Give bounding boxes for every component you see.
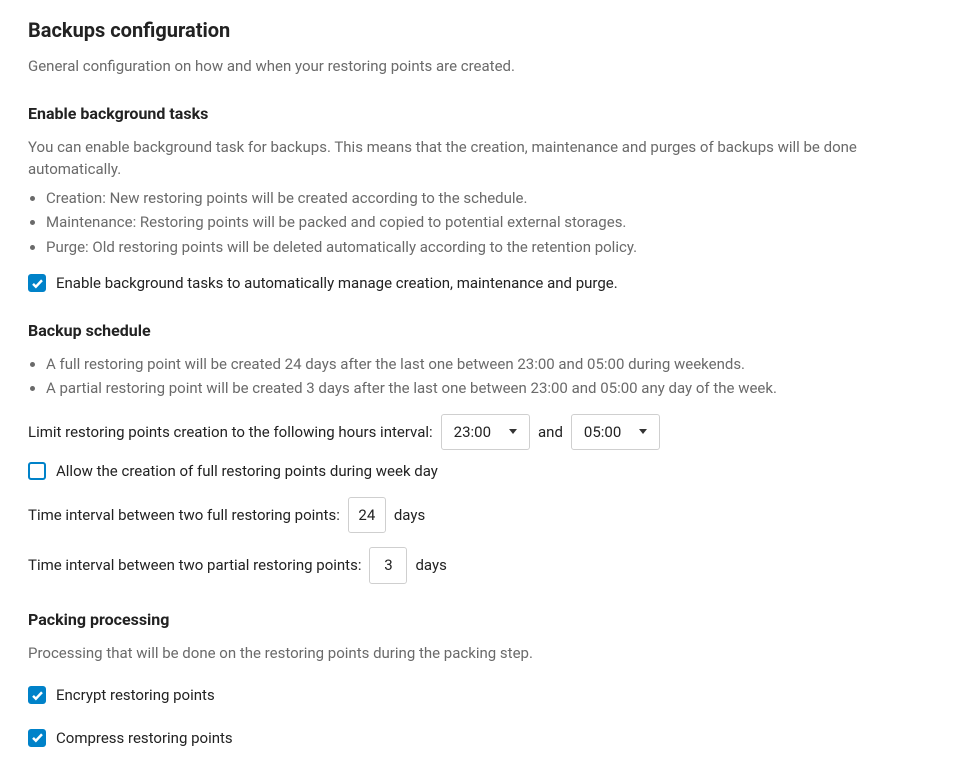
section-heading-schedule: Backup schedule	[28, 319, 930, 343]
time-end-value: 05:00	[584, 421, 621, 444]
and-label: and	[538, 421, 563, 444]
encrypt-checkbox-label[interactable]: Encrypt restoring points	[56, 684, 215, 707]
enable-bg-intro: You can enable background task for backu…	[28, 136, 930, 181]
full-interval-label: Time interval between two full restoring…	[28, 504, 340, 527]
page-subtitle: General configuration on how and when yo…	[28, 55, 930, 78]
check-icon	[31, 731, 44, 744]
check-icon	[31, 277, 44, 290]
enable-bg-bullet-maintenance: Maintenance: Restoring points will be pa…	[46, 211, 930, 234]
partial-interval-input[interactable]: 3	[369, 547, 407, 584]
time-start-select[interactable]: 23:00	[441, 414, 530, 451]
allow-weekday-checkbox-label[interactable]: Allow the creation of full restoring poi…	[56, 460, 438, 483]
section-heading-packing: Packing processing	[28, 608, 930, 632]
enable-bg-bullets: Creation: New restoring points will be c…	[28, 187, 930, 259]
page-title: Backups configuration	[28, 15, 930, 45]
allow-weekday-checkbox[interactable]	[28, 462, 46, 480]
packing-desc: Processing that will be done on the rest…	[28, 642, 930, 665]
enable-bg-bullet-creation: Creation: New restoring points will be c…	[46, 187, 930, 210]
chevron-down-icon	[509, 429, 517, 434]
full-interval-input[interactable]: 24	[348, 497, 386, 534]
section-heading-enable-bg: Enable background tasks	[28, 102, 930, 126]
schedule-bullets: A full restoring point will be created 2…	[28, 353, 930, 400]
enable-bg-checkbox-label[interactable]: Enable background tasks to automatically…	[56, 272, 618, 295]
enable-bg-checkbox[interactable]	[28, 274, 46, 292]
limit-hours-label: Limit restoring points creation to the f…	[28, 421, 433, 444]
time-start-value: 23:00	[454, 421, 491, 444]
chevron-down-icon	[639, 429, 647, 434]
schedule-bullet-full: A full restoring point will be created 2…	[46, 353, 930, 376]
enable-bg-bullet-purge: Purge: Old restoring points will be dele…	[46, 236, 930, 259]
partial-interval-label: Time interval between two partial restor…	[28, 554, 361, 577]
compress-checkbox-label[interactable]: Compress restoring points	[56, 727, 233, 750]
schedule-bullet-partial: A partial restoring point will be create…	[46, 377, 930, 400]
check-icon	[31, 689, 44, 702]
partial-interval-unit: days	[415, 554, 446, 577]
full-interval-unit: days	[394, 504, 425, 527]
encrypt-checkbox[interactable]	[28, 686, 46, 704]
time-end-select[interactable]: 05:00	[571, 414, 660, 451]
compress-checkbox[interactable]	[28, 729, 46, 747]
